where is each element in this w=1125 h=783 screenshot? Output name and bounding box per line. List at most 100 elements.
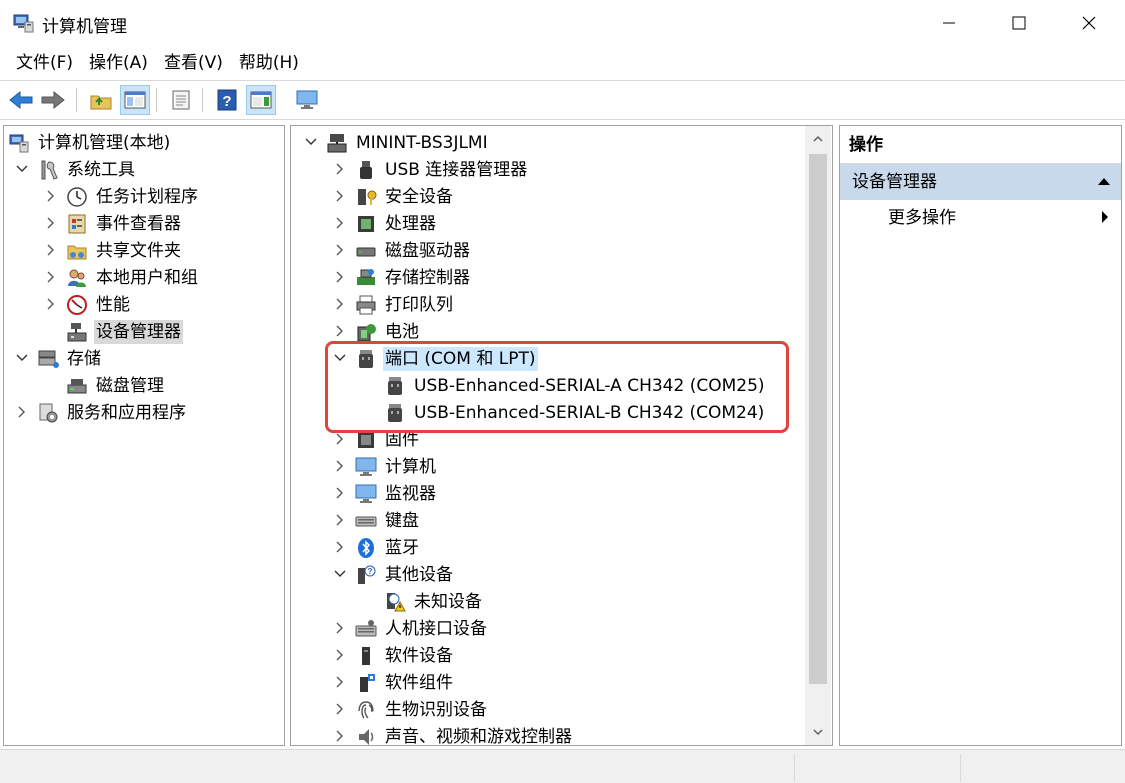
computer-management-icon	[13, 14, 34, 33]
console-tree-item[interactable]: 存储	[37, 345, 103, 372]
collapse-toggle[interactable]	[333, 270, 347, 284]
device-tree-item[interactable]: USB 连接器管理器	[355, 156, 529, 183]
device-tree-pane[interactable]: MININT-BS3JLMI USB 连接器管理器 安全设备 处理器 磁盘驱动器 存储控制…	[290, 125, 833, 746]
device-tree-item[interactable]: 软件组件	[355, 669, 455, 696]
menu-view[interactable]: 查看(V)	[156, 46, 231, 80]
collapse-toggle[interactable]	[333, 540, 347, 554]
collapse-toggle[interactable]	[333, 675, 347, 689]
collapse-toggle[interactable]	[44, 297, 58, 311]
chevron-right-icon	[336, 514, 343, 526]
tree-item-label: 键盘	[385, 510, 419, 531]
device-tree-item[interactable]: 电池	[355, 318, 421, 345]
collapse-toggle[interactable]	[333, 297, 347, 311]
collapse-toggle[interactable]	[333, 162, 347, 176]
scroll-down-button[interactable]	[805, 719, 831, 745]
port-icon	[359, 349, 373, 368]
device-tree-item[interactable]: 生物识别设备	[355, 696, 489, 723]
properties-button[interactable]	[166, 85, 196, 115]
device-tree-scrollbar[interactable]	[805, 126, 831, 745]
maximize-button[interactable]	[984, 0, 1054, 46]
collapse-toggle[interactable]	[44, 270, 58, 284]
tools-icon	[41, 160, 58, 180]
device-tree-item[interactable]: USB-Enhanced-SERIAL-B CH342 (COM24)	[384, 399, 766, 426]
device-tree-item[interactable]: 端口 (COM 和 LPT)	[355, 345, 538, 372]
clock-icon	[67, 186, 87, 207]
device-tree-item[interactable]: 磁盘驱动器	[355, 237, 472, 264]
console-tree-item[interactable]: 共享文件夹	[66, 237, 183, 264]
forward-button[interactable]	[38, 85, 68, 115]
help-button[interactable]: ?	[212, 85, 242, 115]
chevron-down-icon	[813, 729, 823, 736]
collapse-toggle[interactable]	[44, 216, 58, 230]
more-actions-item[interactable]: 更多操作	[888, 204, 956, 232]
device-tree-item[interactable]: 安全设备	[355, 183, 455, 210]
chevron-right-icon	[336, 730, 343, 742]
device-tree-item[interactable]: 软件设备	[355, 642, 455, 669]
expand-toggle[interactable]	[333, 567, 347, 581]
services-icon	[39, 403, 58, 422]
device-tree-item[interactable]: 处理器	[355, 210, 438, 237]
collapse-toggle[interactable]	[44, 243, 58, 257]
console-tree-item[interactable]: 系统工具	[37, 156, 137, 183]
battery-icon	[357, 323, 376, 341]
show-hide-action-pane-button[interactable]	[246, 85, 276, 115]
expand-toggle[interactable]	[333, 351, 347, 365]
console-tree-item[interactable]: 任务计划程序	[66, 183, 200, 210]
scroll-thumb[interactable]	[809, 154, 827, 684]
console-tree-pane[interactable]: 计算机管理(本地) 系统工具 任务计划程序 事件查看器 共享文件夹 本地用户和组 性能 设备管…	[3, 125, 285, 746]
device-tree-item[interactable]: 存储控制器	[355, 264, 472, 291]
collapse-toggle[interactable]	[333, 729, 347, 743]
chevron-right-icon	[336, 487, 343, 499]
device-tree-item[interactable]: 固件	[355, 426, 421, 453]
scroll-up-button[interactable]	[805, 126, 831, 152]
collapse-toggle[interactable]	[333, 216, 347, 230]
console-tree-item[interactable]: 磁盘管理	[66, 372, 166, 399]
console-tree-item[interactable]: 性能	[66, 291, 132, 318]
device-tree-item[interactable]: 声音、视频和游戏控制器	[355, 723, 574, 745]
expand-toggle[interactable]	[15, 162, 29, 176]
device-tree-item[interactable]: 计算机	[355, 453, 438, 480]
menu-help[interactable]: 帮助(H)	[231, 46, 307, 80]
expand-toggle[interactable]	[15, 351, 29, 365]
console-tree-item[interactable]: 计算机管理(本地)	[8, 129, 172, 156]
actions-title: 操作	[840, 126, 1121, 164]
device-tree-item[interactable]: 键盘	[355, 507, 421, 534]
expand-toggle[interactable]	[304, 135, 318, 149]
console-tree-item[interactable]: 本地用户和组	[66, 264, 200, 291]
device-tree-item[interactable]: 监视器	[355, 480, 438, 507]
console-tree-item[interactable]: 事件查看器	[66, 210, 183, 237]
menu-file[interactable]: 文件(F)	[8, 46, 81, 80]
collapse-toggle[interactable]	[333, 486, 347, 500]
actions-group-device-manager[interactable]: 设备管理器	[840, 164, 1121, 200]
collapse-toggle[interactable]	[15, 405, 29, 419]
menu-action[interactable]: 操作(A)	[81, 46, 156, 80]
close-button[interactable]	[1054, 0, 1124, 46]
close-icon	[1082, 16, 1096, 30]
collapse-toggle[interactable]	[333, 648, 347, 662]
device-tree-item[interactable]: MININT-BS3JLMI	[326, 129, 490, 156]
device-tree-item[interactable]: 人机接口设备	[355, 615, 489, 642]
up-folder-button[interactable]	[86, 85, 116, 115]
device-tree-item[interactable]: 打印队列	[355, 291, 455, 318]
console-tree-item[interactable]: 设备管理器	[66, 318, 183, 345]
collapse-toggle[interactable]	[333, 432, 347, 446]
monitor-button[interactable]	[292, 85, 322, 115]
collapse-toggle[interactable]	[333, 621, 347, 635]
console-tree-item[interactable]: 服务和应用程序	[37, 399, 188, 426]
device-tree-item[interactable]: 未知设备	[384, 588, 484, 615]
device-tree-item[interactable]: 蓝牙	[355, 534, 421, 561]
minimize-button[interactable]	[914, 0, 984, 46]
collapse-toggle[interactable]	[333, 459, 347, 473]
back-button[interactable]	[6, 85, 36, 115]
collapse-toggle[interactable]	[333, 513, 347, 527]
device-tree-item[interactable]: USB-Enhanced-SERIAL-A CH342 (COM25)	[384, 372, 767, 399]
title-bar[interactable]: 计算机管理	[0, 0, 1125, 46]
tree-item-label: 计算机	[385, 456, 436, 477]
collapse-toggle[interactable]	[333, 702, 347, 716]
show-hide-tree-button[interactable]	[120, 85, 150, 115]
device-tree-item[interactable]: ? 其他设备	[355, 561, 455, 588]
collapse-toggle[interactable]	[44, 189, 58, 203]
collapse-toggle[interactable]	[333, 243, 347, 257]
collapse-toggle[interactable]	[333, 189, 347, 203]
collapse-toggle[interactable]	[333, 324, 347, 338]
